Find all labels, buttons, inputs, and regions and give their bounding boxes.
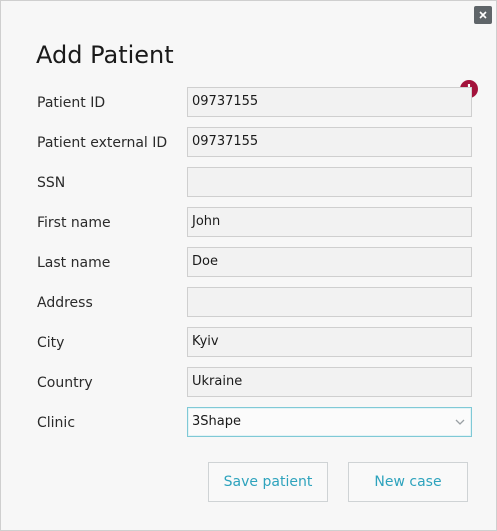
city-label: City: [37, 335, 65, 351]
last-name-label: Last name: [37, 255, 111, 271]
patient-id-field[interactable]: 09737155: [187, 87, 472, 117]
save-patient-button[interactable]: Save patient: [208, 462, 328, 502]
clinic-label: Clinic: [37, 415, 76, 431]
patient-external-id-label: Patient external ID: [37, 135, 168, 151]
address-label: Address: [37, 295, 93, 311]
ssn-field[interactable]: [187, 167, 472, 197]
ssn-label: SSN: [37, 175, 66, 191]
last-name-field[interactable]: Doe: [187, 247, 472, 277]
clinic-select[interactable]: 3Shape: [187, 407, 472, 437]
patient-id-label: Patient ID: [37, 95, 106, 111]
new-case-button[interactable]: New case: [348, 462, 468, 502]
address-field[interactable]: [187, 287, 472, 317]
clinic-selected-value: 3Shape: [192, 414, 241, 429]
add-patient-dialog: Add Patient ! Patient ID 09737155 Patien…: [0, 0, 497, 531]
first-name-label: First name: [37, 215, 111, 231]
chevron-down-icon: [455, 419, 465, 425]
city-field[interactable]: Kyiv: [187, 327, 472, 357]
country-label: Country: [37, 375, 93, 391]
patient-external-id-field[interactable]: 09737155: [187, 127, 472, 157]
first-name-field[interactable]: John: [187, 207, 472, 237]
page-title: Add Patient: [36, 41, 174, 69]
close-icon: [479, 11, 487, 19]
country-field[interactable]: Ukraine: [187, 367, 472, 397]
close-button[interactable]: [474, 6, 492, 24]
